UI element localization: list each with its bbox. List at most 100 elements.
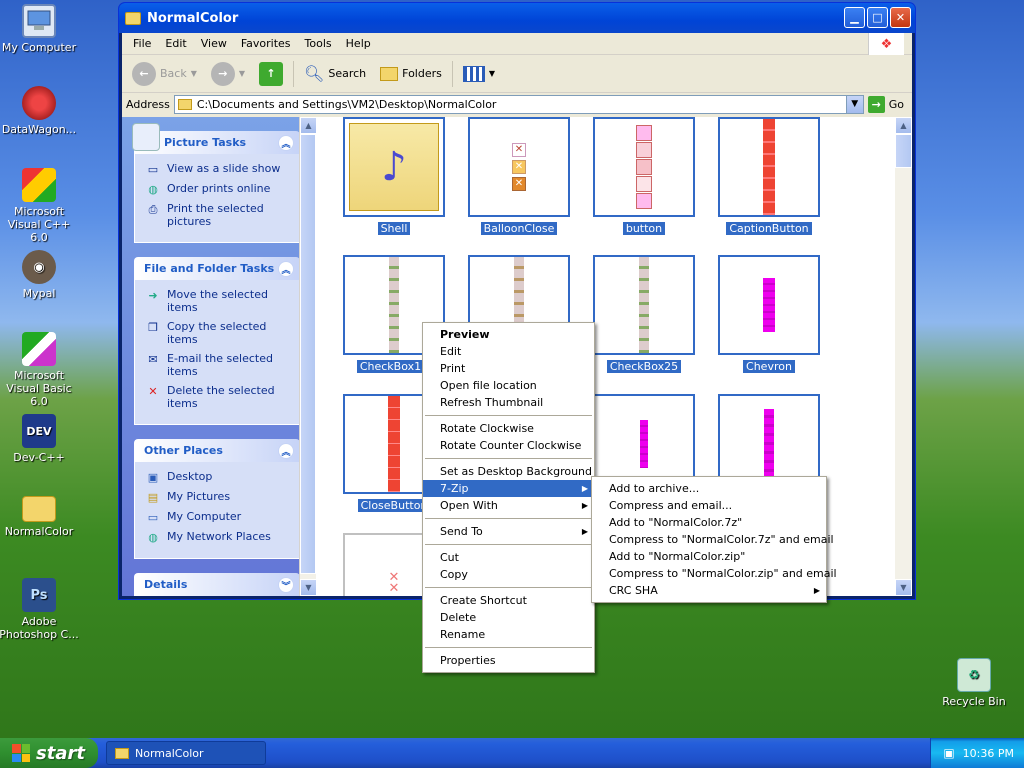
thumbnail-image bbox=[718, 117, 820, 217]
panel-header[interactable]: Details ︾ bbox=[134, 573, 300, 596]
scroll-thumb[interactable] bbox=[895, 134, 912, 168]
menu-file[interactable]: File bbox=[126, 37, 158, 50]
details-panel: Details ︾ bbox=[134, 573, 300, 596]
scroll-up-button[interactable]: ▲ bbox=[300, 117, 316, 134]
menu-item-edit[interactable]: Edit bbox=[423, 343, 594, 360]
close-button[interactable]: ✕ bbox=[890, 7, 911, 28]
menu-item-create-shortcut[interactable]: Create Shortcut bbox=[423, 592, 594, 609]
place-my-computer[interactable]: ▭ My Computer bbox=[145, 510, 293, 524]
menu-tools[interactable]: Tools bbox=[298, 37, 339, 50]
desktop-icon-photoshop[interactable]: Ps Adobe Photoshop C... bbox=[0, 578, 79, 641]
forward-button[interactable]: → ▼ bbox=[207, 60, 249, 88]
back-button[interactable]: ← Back ▼ bbox=[128, 60, 201, 88]
menu-item-preview[interactable]: Preview bbox=[423, 326, 594, 343]
scroll-down-button[interactable]: ▼ bbox=[895, 579, 912, 596]
menu-item-properties[interactable]: Properties bbox=[423, 652, 594, 669]
task-label: Order prints online bbox=[167, 182, 271, 195]
minimize-button[interactable]: ▁ bbox=[844, 7, 865, 28]
thumbnail-image bbox=[593, 117, 695, 217]
scroll-thumb[interactable] bbox=[300, 134, 316, 574]
menu-help[interactable]: Help bbox=[339, 37, 378, 50]
desktop-icon-datawagon[interactable]: DataWagon... bbox=[0, 86, 79, 136]
submenu-item-compress-zip-email[interactable]: Compress to "NormalColor.zip" and email bbox=[592, 565, 837, 582]
scroll-up-button[interactable]: ▲ bbox=[895, 117, 912, 134]
scroll-down-button[interactable]: ▼ bbox=[300, 579, 316, 596]
place-network[interactable]: ◍ My Network Places bbox=[145, 530, 293, 544]
task-email[interactable]: ✉ E-mail the selected items bbox=[145, 352, 293, 378]
submenu-item-crc-sha[interactable]: CRC SHA ▶ bbox=[592, 582, 826, 599]
go-button[interactable]: → Go bbox=[867, 95, 912, 113]
task-print-pictures[interactable]: ⎙ Print the selected pictures bbox=[145, 202, 293, 228]
submenu-item-add-zip[interactable]: Add to "NormalColor.zip" bbox=[592, 548, 826, 565]
submenu-item-compress-email[interactable]: Compress and email... bbox=[592, 497, 826, 514]
task-slide-show[interactable]: ▭ View as a slide show bbox=[145, 162, 293, 176]
panel-title: Details bbox=[144, 578, 188, 591]
views-button[interactable]: ▼ bbox=[459, 64, 499, 84]
menu-item-open-with[interactable]: Open With ▶ bbox=[423, 497, 594, 514]
menu-item-rename[interactable]: Rename bbox=[423, 626, 594, 643]
menu-edit[interactable]: Edit bbox=[158, 37, 193, 50]
submenu-item-add-7z[interactable]: Add to "NormalColor.7z" bbox=[592, 514, 826, 531]
go-arrow-icon: → bbox=[867, 95, 885, 113]
menu-item-7zip[interactable]: 7-Zip ▶ bbox=[423, 480, 594, 497]
title-bar[interactable]: NormalColor bbox=[119, 3, 915, 33]
thumbnail[interactable]: CaptionButton bbox=[718, 117, 820, 235]
menu-item-open-file-location[interactable]: Open file location bbox=[423, 377, 594, 394]
panel-header[interactable]: File and Folder Tasks ︽ bbox=[134, 257, 300, 280]
menu-item-rotate-counter-clockwise[interactable]: Rotate Counter Clockwise bbox=[423, 437, 594, 454]
folders-button[interactable]: Folders bbox=[376, 65, 446, 83]
desktop-icon-visual-basic[interactable]: Microsoft Visual Basic 6.0 bbox=[0, 332, 79, 408]
task-pane-scrollbar[interactable]: ▲ ▼ bbox=[299, 117, 316, 596]
desktop-icon-mypal[interactable]: ◉ Mypal bbox=[0, 250, 79, 300]
menu-item-refresh-thumbnail[interactable]: Refresh Thumbnail bbox=[423, 394, 594, 411]
collapse-icon[interactable]: ︽ bbox=[278, 135, 294, 151]
place-my-pictures[interactable]: ▤ My Pictures bbox=[145, 490, 293, 504]
up-folder-button[interactable]: ↑ bbox=[255, 60, 287, 88]
desktop-icon-devcpp[interactable]: DEV Dev-C++ bbox=[0, 414, 79, 464]
task-order-prints[interactable]: ◍ Order prints online bbox=[145, 182, 293, 196]
panel-header[interactable]: Picture Tasks ︽ bbox=[132, 123, 300, 154]
menu-item-send-to[interactable]: Send To ▶ bbox=[423, 523, 594, 540]
file-view-scrollbar[interactable]: ▲ ▼ bbox=[895, 117, 912, 596]
task-delete[interactable]: ✕ Delete the selected items bbox=[145, 384, 293, 410]
thumbnail[interactable]: button bbox=[593, 117, 695, 235]
thumbnail-label: CloseButton bbox=[357, 499, 431, 512]
thumbnail[interactable]: ♪ Shell bbox=[343, 117, 445, 235]
expand-icon[interactable]: ︾ bbox=[278, 577, 294, 593]
menu-item-delete[interactable]: Delete bbox=[423, 609, 594, 626]
chevron-down-icon: ▼ bbox=[488, 69, 496, 78]
menu-favorites[interactable]: Favorites bbox=[234, 37, 298, 50]
desktop-icon-recycle-bin[interactable]: ♻ Recycle Bin bbox=[934, 658, 1014, 708]
other-places-panel: Other Places ︽ ▣ Desktop ▤ My Pictures ▭ My… bbox=[134, 439, 300, 559]
place-desktop[interactable]: ▣ Desktop bbox=[145, 470, 293, 484]
search-button[interactable]: 🔍︎ Search bbox=[300, 62, 370, 85]
task-copy[interactable]: ❐ Copy the selected items bbox=[145, 320, 293, 346]
desktop-icon-my-computer[interactable]: My Computer bbox=[0, 4, 79, 54]
submenu-item-compress-7z-email[interactable]: Compress to "NormalColor.7z" and email bbox=[592, 531, 834, 548]
desktop-icon-visual-cpp[interactable]: Microsoft Visual C++ 6.0 bbox=[0, 168, 79, 244]
taskbar-task-normalcolor[interactable]: NormalColor bbox=[106, 741, 266, 765]
panel-header[interactable]: Other Places ︽ bbox=[134, 439, 300, 462]
thumbnail[interactable]: ✕ ✕ ✕ BalloonClose bbox=[468, 117, 570, 235]
thumbnail-label: Chevron bbox=[743, 360, 795, 373]
menu-item-copy[interactable]: Copy bbox=[423, 566, 594, 583]
menu-item-print[interactable]: Print bbox=[423, 360, 594, 377]
collapse-icon[interactable]: ︽ bbox=[278, 261, 294, 277]
task-move[interactable]: ➜ Move the selected items bbox=[145, 288, 293, 314]
start-button[interactable]: start bbox=[0, 738, 98, 768]
network-tray-icon[interactable]: ▣ bbox=[943, 746, 954, 760]
submenu-item-add-to-archive[interactable]: Add to archive... bbox=[592, 480, 826, 497]
menu-item-label: Send To bbox=[440, 525, 483, 538]
thumbnail[interactable]: CheckBox25 bbox=[593, 255, 695, 373]
menu-item-cut[interactable]: Cut bbox=[423, 549, 594, 566]
menu-view[interactable]: View bbox=[194, 37, 234, 50]
desktop-icon-normalcolor[interactable]: NormalColor bbox=[0, 496, 79, 538]
menu-item-set-desktop-background[interactable]: Set as Desktop Background bbox=[423, 463, 594, 480]
menu-separator bbox=[425, 544, 592, 545]
maximize-button[interactable]: □ bbox=[867, 7, 888, 28]
thumbnail[interactable]: Chevron bbox=[718, 255, 820, 373]
address-input[interactable]: C:\Documents and Settings\VM2\Desktop\No… bbox=[173, 94, 864, 114]
address-dropdown-icon[interactable]: ▼ bbox=[845, 95, 863, 113]
collapse-icon[interactable]: ︽ bbox=[278, 443, 294, 459]
menu-item-rotate-clockwise[interactable]: Rotate Clockwise bbox=[423, 420, 594, 437]
